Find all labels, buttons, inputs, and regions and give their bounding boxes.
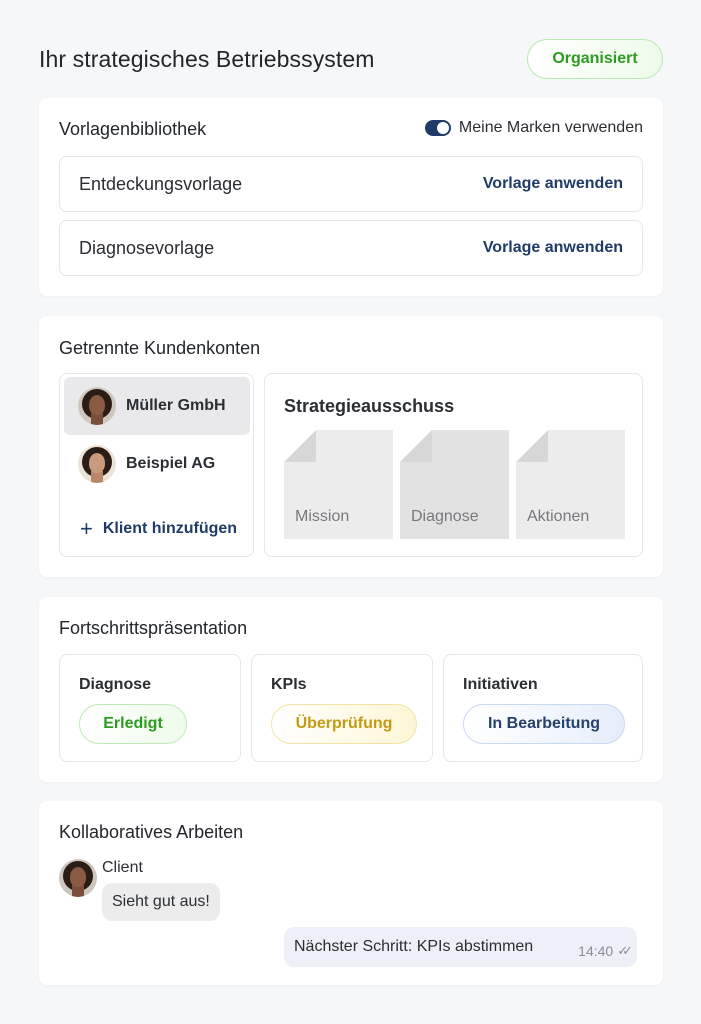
document-tile[interactable]: Aktionen: [516, 430, 625, 539]
double-check-icon: ✓✓: [617, 943, 633, 958]
client-list: Müller GmbH Beispiel AG + Klient hinzufü…: [59, 373, 254, 557]
client-item[interactable]: Müller GmbH: [64, 377, 250, 435]
message-time-text: 14:40: [578, 943, 614, 959]
client-item[interactable]: Beispiel AG: [64, 435, 250, 493]
avatar: [78, 387, 116, 425]
apply-template-button[interactable]: Vorlage anwenden: [483, 239, 623, 257]
document-label: Diagnose: [411, 508, 479, 525]
collaboration-card: Kollaboratives Arbeiten Client Sieht gut…: [39, 801, 663, 985]
progress-item: Initiativen In Bearbeitung: [443, 654, 643, 762]
client-accounts-title: Getrennte Kundenkonten: [59, 338, 261, 358]
strategy-board-title: Strategieausschuss: [284, 396, 455, 416]
document-icon: [400, 430, 432, 462]
client-name: Beispiel AG: [126, 455, 216, 472]
template-row: Diagnosevorlage Vorlage anwenden: [59, 220, 643, 276]
status-badge: Erledigt: [79, 704, 187, 744]
avatar: [59, 859, 97, 897]
page-header: Ihr strategisches Betriebssystem Organis…: [39, 38, 663, 80]
outgoing-message: Nächster Schritt: KPIs abstimmen 14:40 ✓…: [284, 927, 637, 967]
client-name: Müller GmbH: [126, 397, 226, 414]
template-name: Entdeckungsvorlage: [79, 173, 243, 194]
apply-template-button[interactable]: Vorlage anwenden: [483, 175, 623, 193]
plus-icon: +: [80, 516, 93, 541]
document-icon: [284, 430, 316, 462]
strategy-board: Strategieausschuss Mission Diagnose Akti…: [264, 373, 643, 557]
page-title: Ihr strategisches Betriebssystem: [39, 46, 375, 72]
collaboration-title: Kollaboratives Arbeiten: [59, 822, 244, 842]
template-row: Entdeckungsvorlage Vorlage anwenden: [59, 156, 643, 212]
incoming-message: Sieht gut aus!: [102, 883, 220, 921]
progress-item: Diagnose Erledigt: [59, 654, 241, 762]
status-badge: In Bearbeitung: [463, 704, 625, 744]
client-accounts-card: Getrennte Kundenkonten Müller GmbH Beisp…: [39, 316, 663, 577]
status-badge: Organisiert: [527, 39, 663, 79]
add-client-button[interactable]: + Klient hinzufügen: [80, 516, 238, 541]
toggle-label: Meine Marken verwenden: [458, 119, 643, 136]
progress-label: KPIs: [271, 676, 307, 693]
progress-label: Diagnose: [79, 676, 152, 693]
toggle-switch[interactable]: [424, 120, 451, 136]
document-tile[interactable]: Diagnose: [400, 430, 509, 539]
progress-label: Initiativen: [463, 676, 538, 693]
document-label: Aktionen: [527, 508, 590, 525]
outgoing-message-text: Nächster Schritt: KPIs abstimmen: [294, 938, 534, 955]
progress-card: Fortschrittspräsentation Diagnose Erledi…: [39, 597, 663, 782]
template-library-title: Vorlagenbibliothek: [59, 119, 207, 139]
template-name: Diagnosevorlage: [79, 237, 215, 258]
progress-item: KPIs Überprüfung: [251, 654, 433, 762]
progress-title: Fortschrittspräsentation: [59, 618, 248, 638]
status-badge: Überprüfung: [271, 704, 417, 744]
document-icon: [516, 430, 548, 462]
add-client-label: Klient hinzufügen: [102, 520, 238, 537]
avatar: [78, 445, 116, 483]
message-sender: Client: [102, 859, 143, 876]
document-tile[interactable]: Mission: [284, 430, 393, 539]
brand-toggle[interactable]: Meine Marken verwenden: [424, 119, 643, 137]
message-time: 14:40 ✓✓: [578, 943, 633, 959]
document-label: Mission: [295, 508, 350, 525]
template-library-card: Vorlagenbibliothek Meine Marken verwende…: [39, 98, 663, 296]
